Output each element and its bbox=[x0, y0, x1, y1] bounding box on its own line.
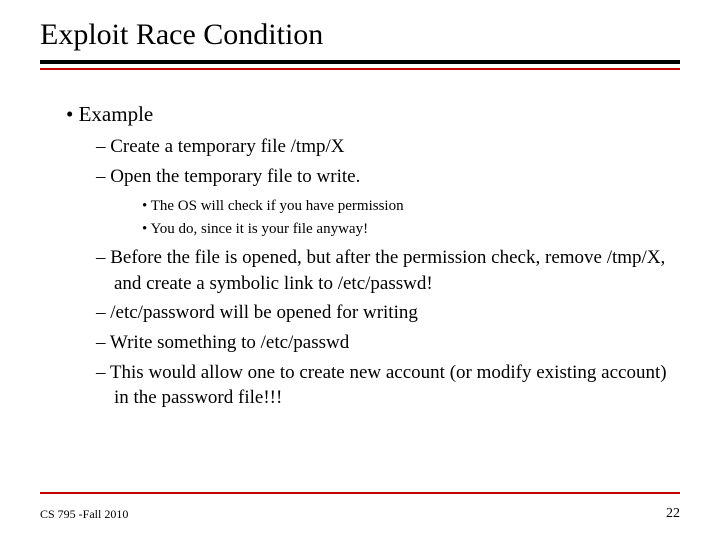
bullet-level-3: The OS will check if you have permission… bbox=[142, 196, 680, 240]
slide: Exploit Race Condition Example Create a … bbox=[0, 0, 720, 540]
rule-accent bbox=[40, 68, 680, 70]
bullet-text: Create a temporary file /tmp/X bbox=[110, 136, 344, 157]
bullet-example: Example Create a temporary file /tmp/X O… bbox=[66, 100, 680, 411]
bullet-level-2a: Create a temporary file /tmp/X Open the … bbox=[96, 134, 680, 411]
bullet-text: Example bbox=[79, 102, 154, 126]
list-item: Open the temporary file to write. The OS… bbox=[96, 164, 680, 239]
list-item: Before the file is opened, but after the… bbox=[96, 245, 680, 296]
bullet-level-1: Example Create a temporary file /tmp/X O… bbox=[46, 100, 680, 411]
rule-accent-bottom bbox=[40, 492, 680, 494]
bullet-text: Write something to /etc/passwd bbox=[110, 332, 349, 353]
page-number: 22 bbox=[666, 506, 680, 522]
list-item: This would allow one to create new accou… bbox=[96, 360, 680, 411]
footer-left: CS 795 -Fall 2010 bbox=[40, 507, 128, 522]
list-item: You do, since it is your file anyway! bbox=[142, 219, 680, 239]
bullet-text: The OS will check if you have permission bbox=[151, 198, 404, 214]
list-item: /etc/password will be opened for writing bbox=[96, 300, 680, 326]
list-item: The OS will check if you have permission bbox=[142, 196, 680, 216]
bullet-text: This would allow one to create new accou… bbox=[110, 362, 667, 409]
list-item: Create a temporary file /tmp/X bbox=[96, 134, 680, 160]
bullet-text: /etc/password will be opened for writing bbox=[110, 302, 418, 323]
slide-body: Example Create a temporary file /tmp/X O… bbox=[40, 100, 680, 411]
slide-title: Exploit Race Condition bbox=[40, 18, 680, 52]
bullet-text: You do, since it is your file anyway! bbox=[150, 221, 368, 237]
rule-thick bbox=[40, 60, 680, 64]
list-item: Write something to /etc/passwd bbox=[96, 330, 680, 356]
bullet-text: Before the file is opened, but after the… bbox=[110, 247, 665, 294]
bullet-text: Open the temporary file to write. bbox=[110, 166, 360, 187]
